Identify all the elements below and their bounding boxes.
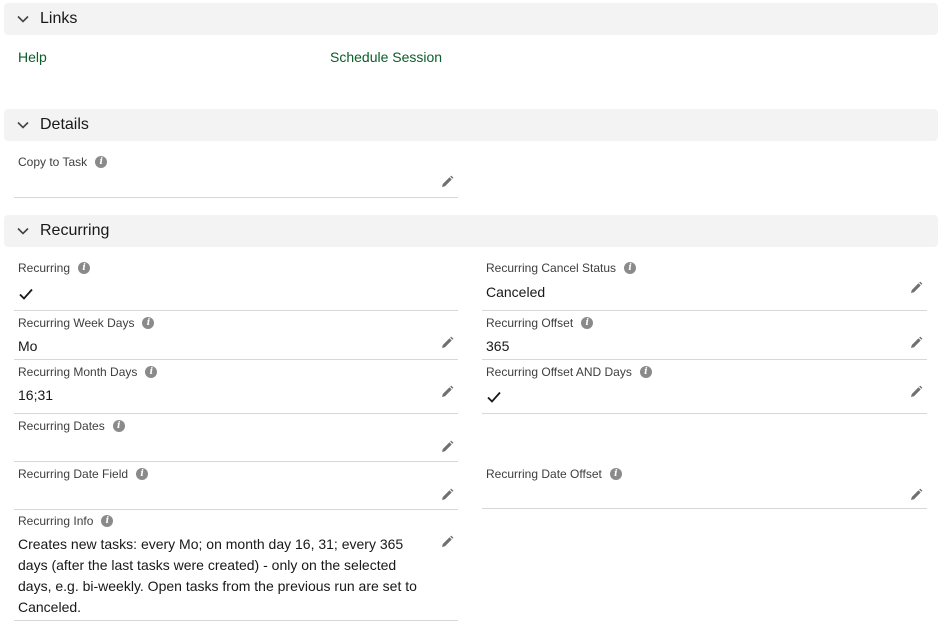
schedule-session-link[interactable]: Schedule Session [330,49,442,65]
info-icon[interactable]: i [145,366,158,378]
pencil-icon[interactable] [909,281,923,295]
section-header-details[interactable]: Details [4,109,938,141]
recurring-cancel-status-field: Recurring Cancel Status i Canceled [482,257,927,311]
recurring-date-offset-label: Recurring Date Offset [486,467,602,481]
pencil-icon[interactable] [440,535,454,549]
recurring-date-offset-field: Recurring Date Offset i [482,463,927,509]
recurring-week-days-value: Mo [18,338,38,354]
info-icon[interactable]: i [142,317,155,329]
section-header-recurring[interactable]: Recurring [4,215,938,247]
recurring-label: Recurring [18,261,71,275]
check-icon [487,391,501,403]
pencil-icon[interactable] [909,385,923,399]
recurring-month-days-value: 16;31 [18,387,54,403]
help-link[interactable]: Help [18,49,47,65]
recurring-offset-value: 365 [486,338,510,354]
pencil-icon[interactable] [440,488,454,502]
recurring-offset-label: Recurring Offset [486,316,574,330]
info-icon[interactable]: i [581,317,594,329]
recurring-info-label: Recurring Info [18,514,94,528]
recurring-offset-and-days-label: Recurring Offset AND Days [486,365,632,379]
pencil-icon[interactable] [440,385,454,399]
info-icon[interactable]: i [624,262,637,274]
recurring-month-days-field: Recurring Month Days i 16;31 [14,361,458,414]
recurring-month-days-label: Recurring Month Days [18,365,138,379]
recurring-info-value: Creates new tasks: every Mo; on month da… [18,536,417,615]
recurring-week-days-label: Recurring Week Days [18,316,135,330]
pencil-icon[interactable] [440,440,454,454]
recurring-dates-label: Recurring Dates [18,419,105,433]
pencil-icon[interactable] [909,336,923,350]
info-icon[interactable]: i [112,420,125,432]
pencil-icon[interactable] [440,175,454,189]
recurring-date-field-field: Recurring Date Field i [14,463,458,510]
recurring-info-field: Recurring Info i Creates new tasks: ever… [14,510,458,621]
info-icon[interactable]: i [136,468,149,480]
section-title-recurring: Recurring [40,222,110,239]
pencil-icon[interactable] [909,488,923,502]
pencil-icon[interactable] [440,336,454,350]
copy-to-task-label: Copy to Task [18,155,88,169]
recurring-offset-field: Recurring Offset i 365 [482,312,927,360]
recurring-week-days-field: Recurring Week Days i Mo [14,312,458,360]
info-icon[interactable]: i [609,468,622,480]
section-title-links: Links [40,10,78,27]
recurring-field: Recurring i [14,257,458,311]
info-icon[interactable]: i [95,156,108,168]
copy-to-task-field: Copy to Task i [14,151,458,198]
recurring-offset-and-days-field: Recurring Offset AND Days i [482,361,927,414]
section-title-details: Details [40,116,89,133]
check-icon [19,288,33,300]
recurring-cancel-status-label: Recurring Cancel Status [486,261,617,275]
recurring-dates-field: Recurring Dates i [14,415,458,462]
info-icon[interactable]: i [78,262,91,274]
chevron-down-icon [16,224,30,238]
info-icon[interactable]: i [101,515,114,527]
chevron-down-icon [16,12,30,26]
recurring-date-field-label: Recurring Date Field [18,467,129,481]
chevron-down-icon [16,118,30,132]
recurring-cancel-status-value: Canceled [486,284,546,300]
info-icon[interactable]: i [639,366,652,378]
section-header-links[interactable]: Links [4,3,938,35]
